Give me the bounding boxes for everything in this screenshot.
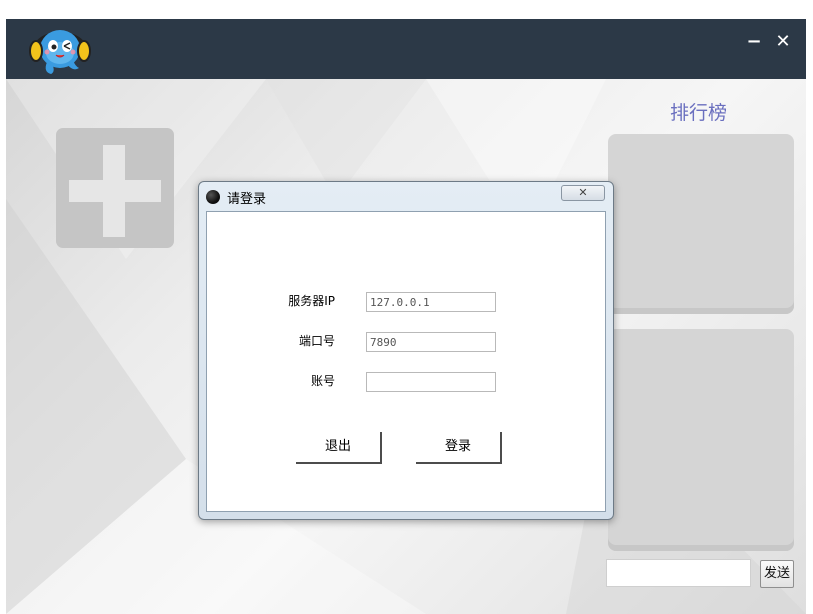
- minimize-button[interactable]: −: [743, 31, 765, 53]
- add-button[interactable]: [56, 128, 174, 248]
- ranking-panel: [608, 134, 794, 314]
- login-button[interactable]: 登录: [416, 432, 502, 464]
- account-label: 账号: [310, 374, 335, 388]
- close-button[interactable]: ✕: [772, 31, 794, 53]
- port-label: 端口号: [298, 334, 335, 348]
- ranking-title: 排行榜: [670, 102, 728, 124]
- login-dialog: 请登录 ✕ 服务器IP 端口号 账号 退出 登录: [198, 181, 614, 520]
- dialog-body: 服务器IP 端口号 账号 退出 登录: [206, 211, 606, 512]
- plus-icon-bar: [69, 180, 161, 202]
- message-input[interactable]: [606, 559, 751, 587]
- dialog-close-button[interactable]: ✕: [561, 185, 605, 201]
- server-ip-input[interactable]: [366, 292, 496, 312]
- server-ip-label: 服务器IP: [288, 294, 335, 308]
- mascot-headphones-icon: [29, 30, 91, 74]
- port-input[interactable]: [366, 332, 496, 352]
- send-button[interactable]: 发送: [760, 560, 794, 588]
- chat-panel: [608, 329, 794, 551]
- title-bar[interactable]: − ✕: [6, 19, 806, 79]
- account-input[interactable]: [366, 372, 496, 392]
- dialog-title: 请登录: [227, 192, 267, 207]
- app-icon: [206, 190, 220, 204]
- exit-button[interactable]: 退出: [296, 432, 382, 464]
